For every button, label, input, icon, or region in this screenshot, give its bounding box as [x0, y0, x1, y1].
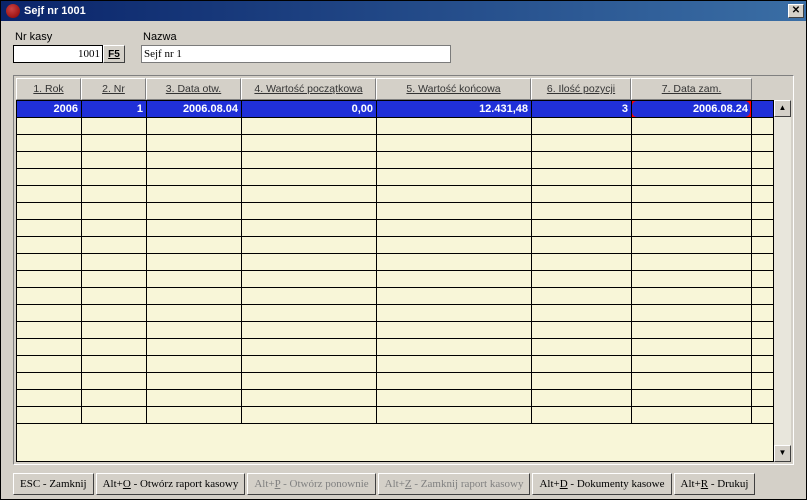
- kasa-input[interactable]: [13, 45, 103, 63]
- table-row[interactable]: [17, 254, 773, 271]
- table-row[interactable]: [17, 169, 773, 186]
- grid-header: 1. Rok 2. Nr 3. Data otw. 4. Wartość poc…: [16, 78, 774, 100]
- cell-ilosc: 3: [532, 101, 632, 117]
- open-report-button[interactable]: Alt+O - Otwórz raport kasowy: [96, 473, 246, 495]
- table-row[interactable]: [17, 339, 773, 356]
- table-row[interactable]: [17, 186, 773, 203]
- table-row[interactable]: [17, 322, 773, 339]
- scroll-down-button[interactable]: ▼: [774, 445, 791, 462]
- cell-data-zam: 2006.08.24: [632, 101, 752, 117]
- table-row[interactable]: [17, 152, 773, 169]
- table-row[interactable]: [17, 135, 773, 152]
- header-rok[interactable]: 1. Rok: [16, 78, 81, 100]
- nazwa-input[interactable]: [141, 45, 451, 63]
- window-title: Sejf nr 1001: [24, 5, 788, 17]
- table-row[interactable]: 2006 1 2006.08.04 0,00 12.431,48 3 2006.…: [17, 101, 773, 118]
- cell-wart-pocz: 0,00: [242, 101, 377, 117]
- header-wart-konc[interactable]: 5. Wartość końcowa: [376, 78, 531, 100]
- print-button[interactable]: Alt+R - Drukuj: [674, 473, 756, 495]
- app-window: Sejf nr 1001 ✕ Nr kasy F5 Nazwa 1. Rok: [0, 0, 807, 500]
- table-row[interactable]: [17, 203, 773, 220]
- cash-docs-button[interactable]: Alt+D - Dokumenty kasowe: [532, 473, 671, 495]
- nazwa-label: Nazwa: [141, 31, 451, 43]
- kasa-field-group: Nr kasy F5: [13, 31, 125, 63]
- esc-close-button[interactable]: ESC - Zamknij: [13, 473, 94, 495]
- kasa-label: Nr kasy: [13, 31, 125, 43]
- titlebar: Sejf nr 1001 ✕: [1, 1, 806, 21]
- table-area: 1. Rok 2. Nr 3. Data otw. 4. Wartość poc…: [13, 75, 794, 465]
- nazwa-field-group: Nazwa: [141, 31, 451, 63]
- table-row[interactable]: [17, 390, 773, 407]
- header-ilosc[interactable]: 6. Ilość pozycji: [531, 78, 631, 100]
- open-again-button[interactable]: Alt+P - Otwórz ponownie: [247, 473, 375, 495]
- table-row[interactable]: [17, 118, 773, 135]
- table-row[interactable]: [17, 305, 773, 322]
- close-button[interactable]: ✕: [788, 4, 804, 18]
- table-row[interactable]: [17, 356, 773, 373]
- table-row[interactable]: [17, 271, 773, 288]
- f5-button[interactable]: F5: [103, 45, 125, 63]
- table-row[interactable]: [17, 407, 773, 424]
- table-row[interactable]: [17, 373, 773, 390]
- cell-data-otw: 2006.08.04: [147, 101, 242, 117]
- cell-rok: 2006: [17, 101, 82, 117]
- scroll-track[interactable]: [774, 117, 791, 445]
- grid-body: 2006 1 2006.08.04 0,00 12.431,48 3 2006.…: [16, 100, 774, 462]
- content-area: Nr kasy F5 Nazwa 1. Rok 2. Nr 3. Data ot…: [1, 21, 806, 499]
- header-nr[interactable]: 2. Nr: [81, 78, 146, 100]
- vertical-scrollbar[interactable]: ▲ ▼: [774, 100, 791, 462]
- top-fields: Nr kasy F5 Nazwa: [13, 31, 794, 63]
- table-row[interactable]: [17, 288, 773, 305]
- table-row[interactable]: [17, 237, 773, 254]
- close-report-button[interactable]: Alt+Z - Zamknij raport kasowy: [378, 473, 531, 495]
- cell-wart-konc: 12.431,48: [377, 101, 532, 117]
- data-grid[interactable]: 1. Rok 2. Nr 3. Data otw. 4. Wartość poc…: [16, 78, 774, 462]
- header-data-zam[interactable]: 7. Data zam.: [631, 78, 752, 100]
- table-row[interactable]: [17, 220, 773, 237]
- scroll-up-button[interactable]: ▲: [774, 100, 791, 117]
- cell-nr: 1: [82, 101, 147, 117]
- header-wart-pocz[interactable]: 4. Wartość początkowa: [241, 78, 376, 100]
- action-bar: ESC - Zamknij Alt+O - Otwórz raport kaso…: [13, 469, 794, 495]
- app-icon: [6, 4, 20, 18]
- header-data-otw[interactable]: 3. Data otw.: [146, 78, 241, 100]
